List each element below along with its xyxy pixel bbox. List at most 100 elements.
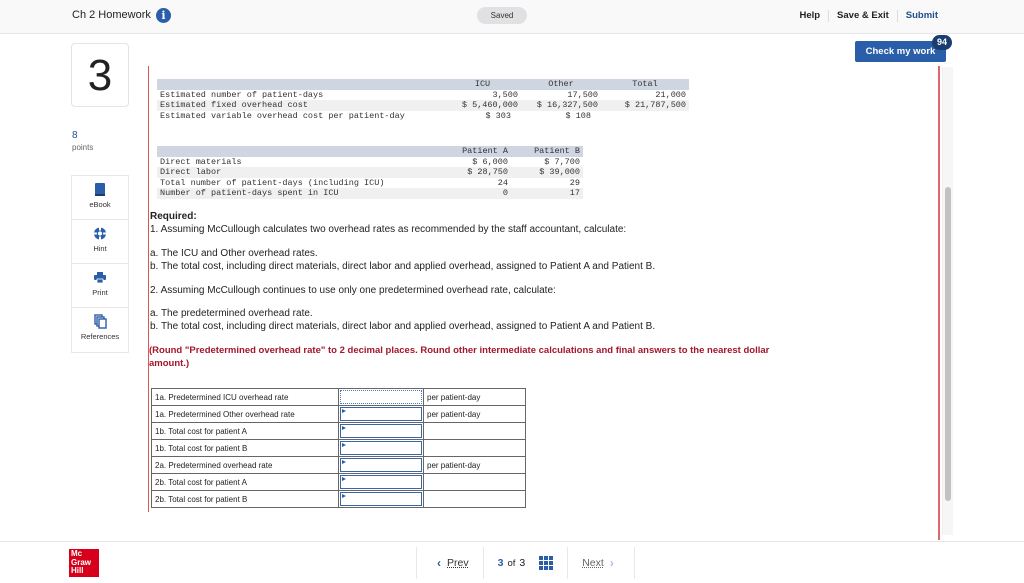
answer-label: 2a. Predetermined overhead rate <box>151 456 339 474</box>
cell: $ 108 <box>565 110 591 121</box>
rounding-instructions: (Round "Predetermined overhead rate" to … <box>149 345 770 369</box>
info-icon[interactable]: i <box>156 8 171 23</box>
header-cell: Patient B <box>511 146 583 157</box>
answer-row: 1a. Predetermined ICU overhead rate per … <box>151 388 526 406</box>
row-label: Estimated number of patient-days <box>160 89 324 100</box>
table-row: Number of patient-days spent in ICU 0 17 <box>157 188 583 199</box>
content-border <box>148 66 149 512</box>
answer-table: 1a. Predetermined ICU overhead rate per … <box>151 388 526 508</box>
question-2-parts: a. The predetermined overhead rate. b. T… <box>150 308 655 333</box>
answer-input[interactable] <box>340 407 422 421</box>
answer-unit <box>423 473 526 491</box>
points-value: 8 <box>72 130 78 141</box>
cell: 21,000 <box>655 89 686 100</box>
question-1a: a. The ICU and Other overhead rates. <box>150 248 318 259</box>
ebook-button[interactable]: eBook <box>72 176 128 220</box>
print-label: Print <box>92 288 108 297</box>
table-row: Direct materials $ 6,000 $ 7,700 <box>157 157 583 168</box>
tools-panel: eBook Hint Print References <box>71 175 129 353</box>
answer-label: 1b. Total cost for patient B <box>151 439 339 457</box>
answer-unit: per patient-day <box>423 405 526 423</box>
cell <box>601 111 689 122</box>
answer-label: 1b. Total cost for patient A <box>151 422 339 440</box>
row-label: Total number of patient-days (including … <box>160 177 385 188</box>
hint-label: Hint <box>93 244 107 253</box>
answer-input[interactable] <box>340 475 422 489</box>
answer-input[interactable] <box>340 424 422 438</box>
logo-line: Hill <box>71 566 84 575</box>
book-icon <box>95 183 105 196</box>
assignment-title: Ch 2 Homework <box>72 9 151 21</box>
required-section: Required: 1. Assuming McCullough calcula… <box>150 211 626 236</box>
content-border-right <box>938 66 940 540</box>
answer-input[interactable] <box>340 492 422 506</box>
references-button[interactable]: References <box>72 308 128 352</box>
answer-input[interactable] <box>340 441 422 455</box>
cell: $ 39,000 <box>511 167 583 178</box>
question-1b: b. The total cost, including direct mate… <box>150 260 656 272</box>
copy-icon <box>94 314 107 329</box>
answer-unit <box>423 422 526 440</box>
header-cell <box>157 79 444 90</box>
header-cell: Other <box>521 79 601 90</box>
grid-icon[interactable] <box>539 556 554 570</box>
top-links: Help Save & Exit Submit <box>791 10 946 22</box>
prev-button[interactable]: ‹ Prev <box>416 547 483 579</box>
answer-row: 1a. Predetermined Other overhead rate pe… <box>151 405 526 423</box>
cell: $ 16,327,500 <box>521 100 601 111</box>
chevron-right-icon: › <box>609 556 614 570</box>
table-header-row: ICU Other Total <box>157 79 689 90</box>
answer-label: 2b. Total cost for patient B <box>151 490 339 508</box>
row-label: Estimated variable overhead cost per pat… <box>160 110 405 121</box>
table-row: Estimated variable overhead cost per pat… <box>157 111 689 122</box>
pagination: ‹ Prev 3 of 3 Next › <box>416 547 635 579</box>
question-number: 3 <box>71 43 129 107</box>
header-cell: Patient A <box>443 146 511 157</box>
next-label: Next <box>582 557 604 569</box>
row-label: Direct materials <box>160 156 242 167</box>
cell: $ 28,750 <box>443 167 511 178</box>
header-cell <box>157 146 443 157</box>
help-link[interactable]: Help <box>791 10 828 22</box>
next-button[interactable]: Next › <box>567 547 635 579</box>
mcgraw-hill-logo: Mc Graw Hill <box>69 549 99 577</box>
row-label: Number of patient-days spent in ICU <box>157 188 443 199</box>
answer-label: 1a. Predetermined Other overhead rate <box>151 405 339 423</box>
save-exit-link[interactable]: Save & Exit <box>828 10 897 22</box>
save-status-badge: Saved <box>477 7 527 24</box>
lifebuoy-icon <box>93 227 107 240</box>
cell: 3,500 <box>492 89 518 100</box>
answer-row: 2b. Total cost for patient B <box>151 490 526 508</box>
table-row: Estimated number of patient-days 3,500 1… <box>157 90 689 101</box>
answer-row: 2a. Predetermined overhead rate per pati… <box>151 456 526 474</box>
page-indicator: 3 of 3 <box>482 547 568 579</box>
answer-input[interactable] <box>340 390 422 404</box>
answer-label: 1a. Predetermined ICU overhead rate <box>151 388 339 406</box>
answer-input[interactable] <box>340 458 422 472</box>
answer-label: 2b. Total cost for patient A <box>151 473 339 491</box>
header-cell: ICU <box>444 79 521 90</box>
required-title: Required: <box>150 211 197 222</box>
print-button[interactable]: Print <box>72 264 128 308</box>
question-2a: a. The predetermined overhead rate. <box>150 308 313 319</box>
prev-label: Prev <box>447 557 469 569</box>
answer-unit: per patient-day <box>423 456 526 474</box>
cell: 0 <box>443 188 511 199</box>
hint-button[interactable]: Hint <box>72 220 128 264</box>
cell: 17,500 <box>567 89 598 100</box>
cell: 29 <box>569 177 580 188</box>
references-label: References <box>80 332 120 341</box>
row-label: Direct labor <box>157 167 443 178</box>
question-1-parts: a. The ICU and Other overhead rates. b. … <box>150 248 655 273</box>
answer-row: 1b. Total cost for patient A <box>151 422 526 440</box>
of-label: of <box>507 557 516 569</box>
points-label: points <box>72 143 94 152</box>
cell: $ 7,700 <box>544 156 580 167</box>
submit-link[interactable]: Submit <box>896 10 946 22</box>
scrollbar-thumb[interactable] <box>945 187 951 501</box>
cell: $ 5,460,000 <box>444 100 521 111</box>
ebook-label: eBook <box>89 200 111 209</box>
question-2b: b. The total cost, including direct mate… <box>150 320 656 332</box>
table-row: Estimated fixed overhead cost $ 5,460,00… <box>157 100 689 111</box>
printer-icon <box>94 272 106 284</box>
